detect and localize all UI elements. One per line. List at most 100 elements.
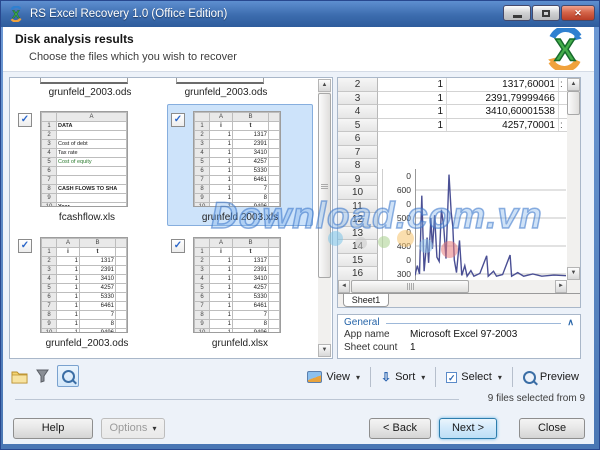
cell: 4257,70001 <box>447 119 559 132</box>
field-label: Sheet count <box>344 341 410 354</box>
preview-icon <box>523 371 536 384</box>
scroll-up-icon[interactable]: ▲ <box>318 79 331 92</box>
scrollbar-grip <box>321 184 328 189</box>
toolbar: View▾⇩Sort▾✓Select▾Preview <box>3 364 594 390</box>
scroll-down-icon[interactable]: ▼ <box>567 267 580 280</box>
partial-thumbnail[interactable] <box>40 77 128 84</box>
file-checkbox[interactable]: ✓ <box>171 113 185 127</box>
cell: 2391,79999466 <box>447 92 559 105</box>
scroll-left-icon[interactable]: ◄ <box>338 280 350 293</box>
close-button[interactable]: Close <box>519 418 585 439</box>
preview-chart: 06000500040003000 <box>382 169 568 280</box>
scrollbar-corner <box>567 280 580 293</box>
axis-tick-label: 600 <box>383 183 411 197</box>
file-item[interactable]: ✓ AB1it2113173123914134105142576153307164… <box>167 104 313 226</box>
status-line: 9 files selected from 9 <box>3 392 594 406</box>
toolbar-buttons: View▾⇩Sort▾✓Select▾Preview <box>300 365 586 389</box>
cell: : <box>559 119 567 132</box>
maximize-button[interactable] <box>532 5 560 21</box>
footer: Help Options ▾ < Back Next > Close <box>3 415 594 441</box>
sheet-tab[interactable]: Sheet1 <box>343 294 389 307</box>
help-button[interactable]: Help <box>13 418 93 439</box>
app-icon: X <box>8 6 24 22</box>
file-thumbnail[interactable]: AB1it21131731239141341051425761533071646… <box>193 237 281 333</box>
cell: 1 <box>378 92 447 105</box>
minimize-button[interactable] <box>503 5 531 21</box>
maximize-icon <box>542 10 550 17</box>
file-item[interactable]: ✓ AB1it2113173123914134105142576153307164… <box>14 230 160 352</box>
row-header: 12 <box>338 213 378 227</box>
wizard-header: Disk analysis results Choose the files w… <box>3 27 594 72</box>
axis-tick-label: 0 <box>383 169 411 183</box>
toolbar-separator <box>435 367 436 387</box>
toolbar-button-label: View <box>326 371 350 383</box>
view-icon <box>307 371 322 383</box>
axis-tick-label: 0 <box>383 253 411 267</box>
row-header: 2 <box>338 78 378 92</box>
file-checkbox[interactable]: ✓ <box>18 239 32 253</box>
toolbar-view-button[interactable]: View▾ <box>300 368 367 386</box>
app-window: X RS Excel Recovery 1.0 (Office Edition)… <box>0 0 600 450</box>
file-thumbnail[interactable]: AB1it21131731239141341051425761533071646… <box>40 237 128 333</box>
row-header: 15 <box>338 254 378 268</box>
toolbar-sort-button[interactable]: ⇩Sort▾ <box>374 368 432 386</box>
cell <box>559 92 567 105</box>
chart-plot <box>415 169 566 280</box>
scrollbar-grip <box>407 283 414 290</box>
axis-tick-label: 400 <box>383 239 411 253</box>
scroll-down-icon[interactable]: ▼ <box>318 344 331 357</box>
scrollbar-thumb[interactable] <box>567 91 580 115</box>
toolbar-select-button[interactable]: ✓Select▾ <box>439 368 509 386</box>
preview-horizontal-scrollbar[interactable]: ◄ ► <box>338 280 567 293</box>
svg-text:X: X <box>12 9 20 21</box>
back-button[interactable]: < Back <box>369 418 431 439</box>
file-thumbnail[interactable]: A1DATA23Cost of debt4Tax rate5Cost of eq… <box>40 111 128 207</box>
file-checkbox[interactable]: ✓ <box>18 113 32 127</box>
axis-tick-label: 0 <box>383 197 411 211</box>
file-item[interactable]: ✓ AB1it2113173123914134105142576153307164… <box>167 230 313 352</box>
chevron-down-icon: ▾ <box>152 424 156 433</box>
scrollbar-thumb[interactable] <box>351 280 469 293</box>
partial-thumbnail[interactable] <box>176 77 264 84</box>
file-checkbox[interactable]: ✓ <box>171 239 185 253</box>
file-item[interactable]: ✓ A1DATA23Cost of debt4Tax rate5Cost of e… <box>14 104 160 226</box>
cell: 1 <box>378 119 447 132</box>
close-icon: ✕ <box>574 8 582 19</box>
scroll-right-icon[interactable]: ► <box>555 280 567 293</box>
chevron-down-icon: ▾ <box>421 373 425 382</box>
toolbar-separator <box>512 367 513 387</box>
titlebar[interactable]: X RS Excel Recovery 1.0 (Office Edition)… <box>1 1 600 27</box>
row-headers: 2345678910111213141516 <box>338 78 378 280</box>
row-header: 9 <box>338 173 378 187</box>
filter-icon[interactable] <box>36 369 49 383</box>
preview-vertical-scrollbar[interactable]: ▲ ▼ <box>567 78 580 280</box>
svg-text:X: X <box>555 32 576 68</box>
options-button[interactable]: Options ▾ <box>101 418 165 439</box>
collapse-section-icon[interactable]: ∧ <box>567 318 574 327</box>
row-header: 13 <box>338 227 378 241</box>
next-button[interactable]: Next > <box>439 418 497 439</box>
file-name: fcashflow.xls <box>15 212 159 223</box>
file-grid: ✓ A1DATA23Cost of debt4Tax rate5Cost of e… <box>14 104 316 352</box>
scrollbar-thumb[interactable] <box>318 93 331 278</box>
file-name: grunfeld 2003.xls <box>168 212 312 223</box>
file-thumbnail[interactable]: AB1it21131731239141341051425761533071646… <box>193 111 281 207</box>
selection-summary: 9 files selected from 9 <box>488 393 585 404</box>
preview-panel: 2345678910111213141516 11317,60001:12391… <box>337 77 581 308</box>
file-name: grunfeld.xlsx <box>168 338 312 349</box>
file-list-scrollbar[interactable]: ▲ ▼ <box>318 79 331 357</box>
row-header: 10 <box>338 186 378 200</box>
toolbar-preview-button[interactable]: Preview <box>516 368 586 387</box>
minimize-icon <box>513 15 522 18</box>
table-row: 14257,70001: <box>378 119 567 133</box>
axis-tick-label: 500 <box>383 211 411 225</box>
close-window-button[interactable]: ✕ <box>561 5 595 21</box>
folder-icon[interactable] <box>11 369 28 384</box>
row-header: 5 <box>338 119 378 133</box>
toolbar-button-label: Select <box>461 371 492 383</box>
scroll-up-icon[interactable]: ▲ <box>567 78 580 91</box>
row-header: 14 <box>338 240 378 254</box>
table-row: 12391,79999466 <box>378 92 567 106</box>
file-list-panel: grunfeld_2003.ods grunfeld_2003.ods ✓A1D… <box>9 77 333 359</box>
zoom-tool-button[interactable] <box>57 365 79 387</box>
